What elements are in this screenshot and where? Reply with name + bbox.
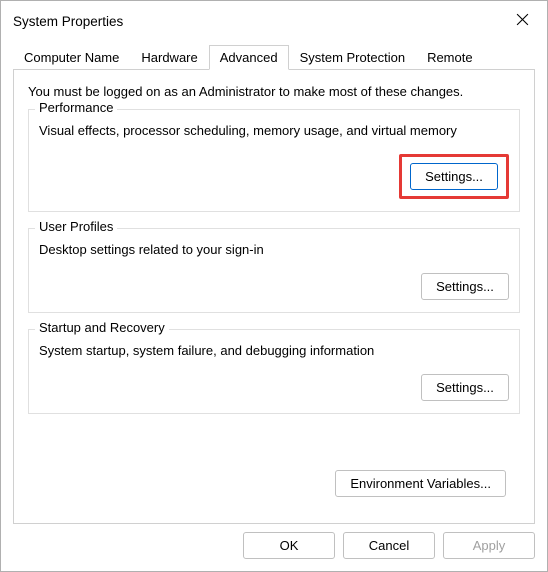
window-title: System Properties [13,14,123,29]
tab-system-protection[interactable]: System Protection [289,45,417,69]
apply-button[interactable]: Apply [443,532,535,559]
close-icon [516,13,529,29]
system-properties-window: System Properties Computer Name Hardware… [0,0,548,572]
intro-text: You must be logged on as an Administrato… [28,84,520,99]
user-profiles-desc: Desktop settings related to your sign-in [39,242,509,257]
cancel-button[interactable]: Cancel [343,532,435,559]
tab-advanced[interactable]: Advanced [209,45,289,70]
tab-remote[interactable]: Remote [416,45,484,69]
startup-recovery-title: Startup and Recovery [35,320,169,335]
startup-recovery-desc: System startup, system failure, and debu… [39,343,509,358]
performance-settings-button[interactable]: Settings... [410,163,498,190]
performance-desc: Visual effects, processor scheduling, me… [39,123,509,138]
titlebar: System Properties [1,1,547,39]
performance-title: Performance [35,100,117,115]
tab-strip: Computer Name Hardware Advanced System P… [13,45,535,69]
performance-settings-highlight: Settings... [399,154,509,199]
tab-computer-name[interactable]: Computer Name [13,45,130,69]
close-button[interactable] [509,8,535,34]
tab-panel-advanced: You must be logged on as an Administrato… [13,69,535,524]
dialog-button-row: OK Cancel Apply [1,524,547,571]
content-area: Computer Name Hardware Advanced System P… [1,39,547,524]
user-profiles-title: User Profiles [35,219,117,234]
user-profiles-group: User Profiles Desktop settings related t… [28,228,520,313]
user-profiles-settings-button[interactable]: Settings... [421,273,509,300]
environment-variables-row: Environment Variables... [28,470,506,497]
performance-group: Performance Visual effects, processor sc… [28,109,520,212]
startup-recovery-settings-button[interactable]: Settings... [421,374,509,401]
ok-button[interactable]: OK [243,532,335,559]
startup-recovery-group: Startup and Recovery System startup, sys… [28,329,520,414]
environment-variables-button[interactable]: Environment Variables... [335,470,506,497]
tab-hardware[interactable]: Hardware [130,45,208,69]
